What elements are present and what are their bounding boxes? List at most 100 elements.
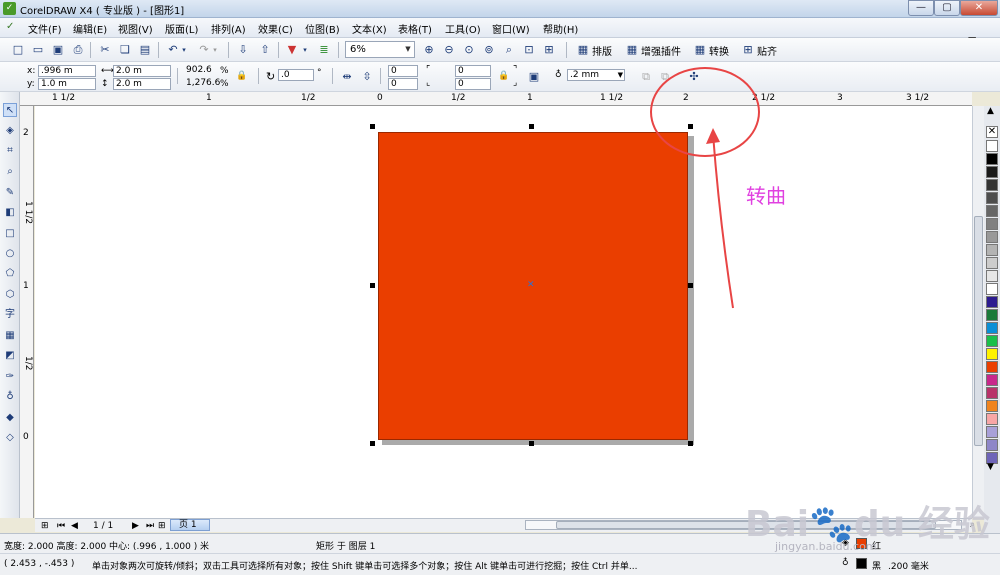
color-swatch[interactable]	[986, 335, 998, 347]
to-front-icon[interactable]: ⧉	[638, 69, 654, 85]
color-swatch[interactable]	[986, 413, 998, 425]
last-page-icon[interactable]: ⏭	[146, 521, 154, 531]
outline-color-swatch[interactable]	[856, 558, 867, 569]
chevron-down-icon[interactable]: ▼	[618, 70, 623, 80]
color-swatch[interactable]	[986, 283, 998, 295]
snap-icon[interactable]: ⊞	[740, 42, 756, 58]
color-swatch[interactable]	[986, 179, 998, 191]
save-icon[interactable]: ▣	[50, 42, 66, 58]
ellipse-tool-icon[interactable]: ○	[3, 247, 17, 261]
redo-icon[interactable]: ↷	[196, 42, 212, 58]
import-icon[interactable]: ⇩	[235, 42, 251, 58]
freehand-tool-icon[interactable]: ✎	[3, 186, 17, 200]
first-page-icon[interactable]: ⏮	[57, 521, 65, 531]
undo-icon[interactable]: ↶	[165, 42, 181, 58]
mirror-horizontal-icon[interactable]: ⇹	[339, 69, 355, 85]
selection-handle[interactable]	[688, 441, 693, 446]
undo-dropdown-icon[interactable]: ▾	[180, 42, 188, 58]
menu-table[interactable]: 表格(T)	[398, 21, 432, 36]
corner-bl-input[interactable]: 0	[388, 78, 418, 90]
color-swatch[interactable]	[986, 166, 998, 178]
chevron-down-icon[interactable]: ▼	[403, 43, 413, 56]
corner-tl-input[interactable]: 0	[388, 65, 418, 77]
color-swatch[interactable]	[986, 426, 998, 438]
menu-window[interactable]: 窗口(W)	[492, 21, 530, 36]
zoom-height-icon[interactable]: ⊞	[541, 42, 557, 58]
basic-shapes-icon[interactable]: ⬡	[3, 288, 17, 302]
corner-br-input[interactable]: 0	[455, 78, 491, 90]
paste-icon[interactable]: ▤	[137, 42, 153, 58]
zoom-selected-icon[interactable]: ⊙	[461, 42, 477, 58]
smart-fill-icon[interactable]: ◧	[3, 206, 17, 220]
zoom-width-icon[interactable]: ⊡	[521, 42, 537, 58]
zoom-out-icon[interactable]: ⊖	[441, 42, 457, 58]
copy-icon[interactable]: ❏	[117, 42, 133, 58]
add-page-after-icon[interactable]: ⊞	[158, 521, 166, 531]
width-input[interactable]: 2.0 m	[113, 65, 171, 77]
menu-edit[interactable]: 编辑(E)	[73, 21, 107, 36]
color-swatch[interactable]	[986, 140, 998, 152]
eyedropper-icon[interactable]: ✑	[3, 370, 17, 384]
selection-handle[interactable]	[529, 441, 534, 446]
rectangle-tool-icon[interactable]: □	[3, 227, 17, 241]
outline-width-combo[interactable]: .2 mm ▼	[567, 69, 625, 81]
color-swatch[interactable]	[986, 270, 998, 282]
zoom-in-icon[interactable]: ⊕	[421, 42, 437, 58]
snap-button[interactable]: 贴齐	[757, 43, 777, 58]
color-swatch[interactable]	[986, 296, 998, 308]
color-swatch[interactable]	[986, 400, 998, 412]
maximize-button[interactable]: ▢	[934, 0, 960, 16]
vertical-scrollbar[interactable]	[972, 106, 984, 518]
zoom-all-icon[interactable]: ⊚	[481, 42, 497, 58]
color-swatch[interactable]	[986, 387, 998, 399]
interactive-fill-icon[interactable]: ◇	[3, 431, 17, 445]
convert-icon[interactable]: ▦	[692, 42, 708, 58]
new-icon[interactable]: □	[10, 42, 26, 58]
next-page-icon[interactable]: ▶	[132, 521, 139, 531]
export-icon[interactable]: ⇧	[257, 42, 273, 58]
typesetting-button[interactable]: 排版	[592, 43, 612, 58]
menu-view[interactable]: 视图(V)	[118, 21, 153, 36]
color-swatch[interactable]	[986, 257, 998, 269]
color-swatch[interactable]	[986, 205, 998, 217]
menu-file[interactable]: 文件(F)	[28, 21, 62, 36]
color-swatch[interactable]	[986, 192, 998, 204]
vertical-scroll-thumb[interactable]	[974, 216, 983, 446]
color-swatch[interactable]	[986, 244, 998, 256]
shape-tool-icon[interactable]: ◈	[3, 124, 17, 138]
selection-handle[interactable]	[688, 283, 693, 288]
redo-dropdown-icon[interactable]: ▾	[211, 42, 219, 58]
convert-button[interactable]: 转换	[709, 43, 729, 58]
prev-page-icon[interactable]: ◀	[71, 521, 78, 531]
wrap-text-icon[interactable]: ▣	[526, 69, 542, 85]
print-icon[interactable]: ⎙	[70, 42, 86, 58]
fill-tool-icon[interactable]: ◆	[3, 411, 17, 425]
zoom-tool-icon[interactable]: ⌕	[3, 165, 17, 179]
zoom-level-combo[interactable]: 6% ▼	[345, 41, 415, 58]
scale-width-input[interactable]: 902.6	[184, 65, 218, 77]
rotation-input[interactable]: .0	[278, 69, 314, 81]
selection-handle[interactable]	[370, 124, 375, 129]
menu-bitmaps[interactable]: 位图(B)	[305, 21, 340, 36]
open-icon[interactable]: ▭	[30, 42, 46, 58]
vertical-ruler[interactable]: 2 1 1/2 1 1/2 0	[20, 106, 34, 518]
color-swatch[interactable]	[986, 348, 998, 360]
plugin-icon[interactable]: ▦	[624, 42, 640, 58]
enhance-plugin-button[interactable]: 增强插件	[641, 43, 681, 58]
y-position-input[interactable]: 1.0 m	[38, 78, 96, 90]
x-position-input[interactable]: .996 m	[38, 65, 96, 77]
color-swatch[interactable]	[986, 361, 998, 373]
menu-tools[interactable]: 工具(O)	[445, 21, 481, 36]
color-swatch[interactable]	[986, 231, 998, 243]
pick-tool-icon[interactable]: ↖	[3, 103, 17, 117]
table-tool-icon[interactable]: ▦	[3, 329, 17, 343]
close-button[interactable]: ✕	[960, 0, 998, 16]
selection-handle[interactable]	[370, 283, 375, 288]
color-swatch[interactable]	[986, 322, 998, 334]
selection-handle[interactable]	[370, 441, 375, 446]
minimize-button[interactable]: —	[908, 0, 934, 16]
scale-height-input[interactable]: 1,276.6	[184, 78, 220, 90]
menu-arrange[interactable]: 排列(A)	[211, 21, 246, 36]
color-swatch[interactable]	[986, 374, 998, 386]
menu-effects[interactable]: 效果(C)	[258, 21, 293, 36]
